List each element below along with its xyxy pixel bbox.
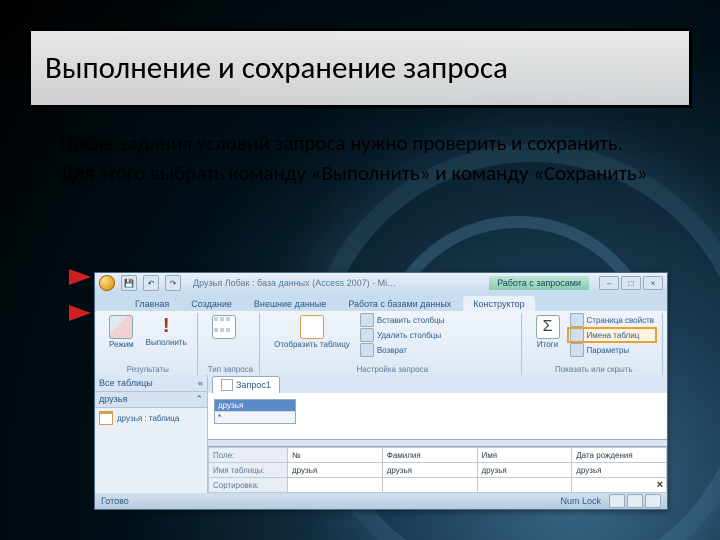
- grid-row-table: Имя таблицы:: [209, 463, 288, 478]
- view-button[interactable]: Режим: [105, 313, 138, 351]
- chevron-left-icon[interactable]: «: [198, 378, 203, 388]
- run-button[interactable]: Выполнить: [142, 313, 191, 349]
- parameters-icon: [570, 343, 584, 357]
- red-arrow-icon: [69, 269, 91, 285]
- qat-redo-button[interactable]: ↷: [165, 275, 181, 291]
- table-names-button[interactable]: Имена таблиц: [568, 328, 656, 342]
- slide-title: Выполнение и сохранение запроса: [28, 28, 692, 108]
- delete-col-icon: [360, 328, 374, 342]
- group-setup: Настройка запроса: [270, 364, 514, 375]
- numlock-indicator: Num Lock: [560, 496, 601, 506]
- ribbon-tabs: Главная Создание Внешние данные Работа с…: [95, 293, 667, 311]
- nav-header[interactable]: Все таблицы «: [95, 375, 207, 392]
- view-sql-button[interactable]: [627, 494, 643, 508]
- contextual-tab-label: Работа с запросами: [489, 276, 589, 290]
- ribbon: Режим Выполнить Результаты Тип запроса: [95, 311, 667, 378]
- nav-item-table[interactable]: друзья : таблица: [95, 408, 207, 428]
- table-icon: [99, 411, 113, 425]
- tablenames-icon: [570, 328, 584, 342]
- tab-create[interactable]: Создание: [181, 296, 242, 311]
- view-datasheet-button[interactable]: [609, 494, 625, 508]
- qat-undo-button[interactable]: ↶: [143, 275, 159, 291]
- query-icon: [221, 379, 233, 391]
- minimize-button[interactable]: –: [599, 276, 619, 290]
- slide-body: После задания условий запроса нужно пров…: [60, 130, 660, 191]
- group-results: Результаты: [105, 364, 191, 375]
- query-type-icon: [212, 315, 236, 339]
- navigation-pane: Все таблицы « друзья ⌃ друзья : таблица: [95, 375, 208, 493]
- red-arrow-icon: [69, 305, 91, 321]
- nav-category[interactable]: друзья ⌃: [95, 392, 207, 408]
- tab-home[interactable]: Главная: [125, 296, 179, 311]
- sigma-icon: Σ: [536, 315, 560, 339]
- field-list-header: друзья: [215, 400, 295, 411]
- tab-design[interactable]: Конструктор: [463, 296, 534, 311]
- returns-icon: [360, 343, 374, 357]
- insert-columns-button[interactable]: Вставить столбцы: [358, 313, 447, 327]
- returns-button[interactable]: Возврат: [358, 343, 447, 357]
- show-table-icon: [300, 315, 324, 339]
- delete-columns-button[interactable]: Удалить столбцы: [358, 328, 447, 342]
- show-table-button[interactable]: Отобразить таблицу: [270, 313, 354, 351]
- splitter[interactable]: [208, 439, 667, 447]
- access-window: 💾 ↶ ↷ Друзья Лобак : база данных (Access…: [94, 272, 668, 510]
- run-icon: [155, 315, 177, 337]
- maximize-button[interactable]: □: [621, 276, 641, 290]
- datasheet-view-icon: [109, 315, 133, 339]
- property-sheet-button[interactable]: Страница свойств: [568, 313, 656, 327]
- qat-save-button[interactable]: 💾: [121, 275, 137, 291]
- office-orb-icon[interactable]: [99, 275, 115, 291]
- grid-row-sort: Сортировка:: [209, 478, 288, 493]
- window-title: Друзья Лобак : база данных (Access 2007)…: [187, 278, 483, 288]
- field-list-item[interactable]: *: [215, 411, 295, 423]
- totals-button[interactable]: Σ Итоги: [532, 313, 564, 351]
- grid-row-field: Поле:: [209, 448, 288, 463]
- view-design-button[interactable]: [645, 494, 661, 508]
- document-tab[interactable]: Запрос1: [212, 376, 280, 393]
- document-close-button[interactable]: ×: [657, 479, 663, 491]
- group-showhide: Показать или скрыть: [532, 364, 656, 375]
- parameters-button[interactable]: Параметры: [568, 343, 656, 357]
- status-bar: Готово Num Lock: [95, 493, 667, 509]
- group-querytype: Тип запроса: [208, 364, 253, 375]
- tab-dbtools[interactable]: Работа с базами данных: [338, 296, 461, 311]
- titlebar: 💾 ↶ ↷ Друзья Лобак : база данных (Access…: [95, 273, 667, 293]
- field-list[interactable]: друзья *: [214, 399, 296, 424]
- insert-col-icon: [360, 313, 374, 327]
- query-grid[interactable]: Поле: № Фамилия Имя Дата рождения Имя та…: [208, 447, 667, 493]
- close-button[interactable]: ×: [643, 276, 663, 290]
- propsheet-icon: [570, 313, 584, 327]
- chevron-up-icon: ⌃: [195, 394, 203, 405]
- status-text: Готово: [101, 496, 129, 506]
- query-type-gallery[interactable]: [208, 313, 240, 341]
- tab-external[interactable]: Внешние данные: [244, 296, 336, 311]
